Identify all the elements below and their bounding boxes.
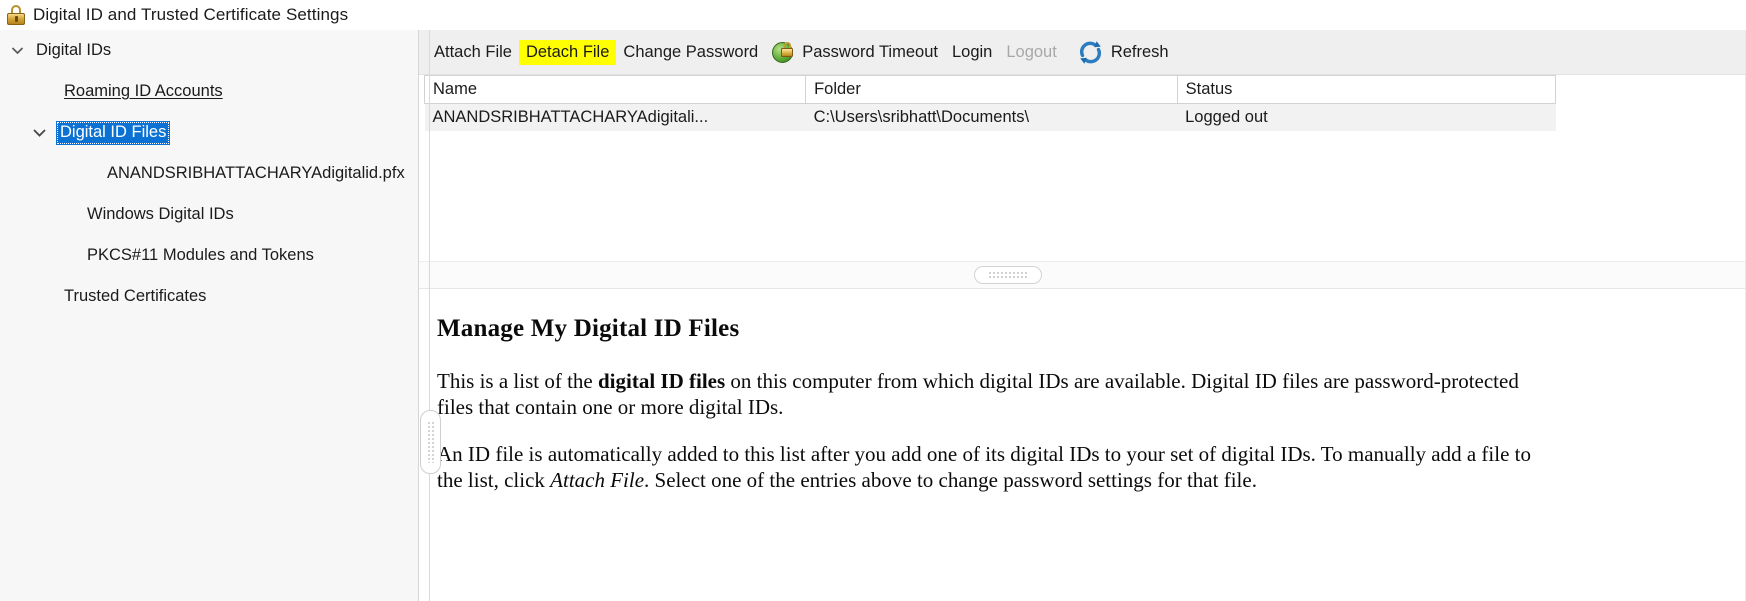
cell-status: Logged out (1177, 103, 1556, 131)
refresh-label: Refresh (1110, 42, 1169, 61)
password-timeout-button[interactable]: Password Timeout (765, 38, 945, 67)
sidebar-item-digital-ids[interactable]: Digital IDs (0, 30, 418, 71)
right-pane: Attach File Detach File Change Password … (419, 30, 1746, 601)
horizontal-splitter-grip[interactable] (974, 266, 1042, 284)
window-title: Digital ID and Trusted Certificate Setti… (33, 5, 349, 24)
page-title: Manage My Digital ID Files (437, 315, 740, 342)
table-header-row: Name Folder Status (423, 75, 1557, 104)
paragraph2-text-2: . Select one of the entries above to cha… (644, 467, 1257, 492)
sidebar-item-label: Digital IDs (36, 41, 112, 59)
sidebar-item-label: Windows Digital IDs (87, 205, 234, 223)
green-lock-clock-icon (772, 41, 795, 64)
sidebar-item-label: Trusted Certificates (64, 287, 207, 305)
refresh-circular-arrows-icon (1077, 39, 1104, 66)
detach-file-button[interactable]: Detach File (518, 39, 617, 65)
attach-file-button[interactable]: Attach File (427, 40, 519, 65)
chevron-down-icon[interactable] (22, 123, 56, 142)
table-empty-space (424, 131, 1746, 261)
chevron-down-icon[interactable] (0, 42, 34, 59)
sidebar-item-digital-id-file[interactable]: ANANDSRIBHATTACHARYAdigitalid.pfx (0, 153, 418, 194)
sidebar-item-label: Digital ID Files (56, 120, 171, 145)
digital-id-tree: Digital IDs Roaming ID Accounts Digital … (0, 30, 419, 601)
change-password-button[interactable]: Change Password (616, 40, 765, 65)
column-header-folder[interactable]: Folder (805, 75, 1178, 104)
grip-dots-icon (988, 271, 1028, 279)
sidebar-item-label[interactable]: Roaming ID Accounts (62, 81, 225, 102)
sidebar-item-label: PKCS#11 Modules and Tokens (87, 246, 314, 264)
horizontal-splitter[interactable] (419, 261, 1746, 289)
sidebar-item-roaming-id-accounts[interactable]: Roaming ID Accounts (0, 71, 418, 112)
workspace: Digital IDs Roaming ID Accounts Digital … (0, 30, 1746, 601)
login-button[interactable]: Login (945, 40, 999, 65)
digital-id-toolbar: Attach File Detach File Change Password … (419, 30, 1746, 75)
paragraph2-emphasis: Attach File (550, 467, 645, 492)
table-row[interactable]: ANANDSRIBHATTACHARYAdigitali... C:\Users… (424, 103, 1556, 131)
sidebar-item-trusted-certificates[interactable]: Trusted Certificates (0, 276, 418, 317)
paragraph1-emphasis: digital ID files (598, 369, 726, 393)
description-paragraph-2: An ID file is automatically added to thi… (437, 442, 1550, 493)
window-title-bar: Digital ID and Trusted Certificate Setti… (0, 0, 1746, 30)
sidebar-item-label: ANANDSRIBHATTACHARYAdigitalid.pfx (107, 164, 405, 182)
cell-name: ANANDSRIBHATTACHARYAdigitali... (424, 103, 806, 131)
padlock-icon (6, 4, 26, 26)
logout-button: Logout (1006, 42, 1057, 61)
sidebar-item-digital-id-files[interactable]: Digital ID Files (0, 112, 418, 153)
sidebar-item-windows-digital-ids[interactable]: Windows Digital IDs (0, 194, 418, 235)
column-header-name[interactable]: Name (423, 75, 807, 104)
description-paragraph-1: This is a list of the digital ID files o… (437, 369, 1550, 420)
column-header-status[interactable]: Status (1177, 75, 1557, 104)
paragraph1-text-1: This is a list of the (437, 369, 598, 393)
refresh-button[interactable]: Refresh (1064, 36, 1176, 69)
description-panel: Manage My Digital ID Files This is a lis… (419, 289, 1746, 601)
sidebar-item-pkcs11-modules-and-tokens[interactable]: PKCS#11 Modules and Tokens (0, 235, 418, 276)
cell-folder: C:\Users\sribhatt\Documents\ (805, 103, 1178, 131)
digital-id-files-table: Name Folder Status ANANDSRIBHATTACHARYAd… (419, 75, 1746, 261)
password-timeout-label: Password Timeout (802, 42, 938, 61)
